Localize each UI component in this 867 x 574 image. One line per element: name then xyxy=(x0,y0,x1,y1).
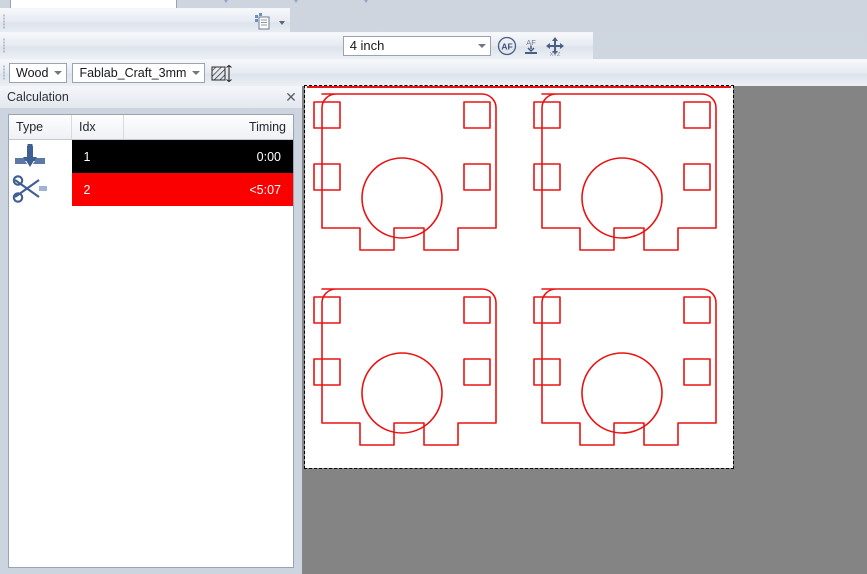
close-icon[interactable]: ✕ xyxy=(280,89,302,106)
move-xyz-icon[interactable]: XYZ xyxy=(544,35,566,58)
column-header-timing[interactable]: Timing xyxy=(123,115,293,140)
position-dropdown-icon[interactable] xyxy=(275,11,289,33)
svg-text:AF: AF xyxy=(501,41,512,51)
column-header-type[interactable]: Type xyxy=(9,115,72,140)
engrave-arrow-icon xyxy=(9,140,72,173)
chevron-down-icon xyxy=(54,70,63,75)
autofocus-down-icon[interactable]: AF xyxy=(520,35,542,57)
calculation-list[interactable]: Type Idx Timing 1 0:00 2 <5:07 xyxy=(8,114,294,568)
part-top-right xyxy=(533,93,717,251)
row-index: 2 xyxy=(71,173,124,206)
table-header-row: Type Idx Timing xyxy=(9,115,293,140)
table-row[interactable]: 2 <5:07 xyxy=(9,173,293,206)
part-bottom-right xyxy=(533,288,717,446)
part-bottom-left xyxy=(313,288,497,446)
lens-select-value: 4 inch xyxy=(349,38,385,53)
design-canvas[interactable] xyxy=(302,85,867,574)
spinner-arrow-icon-1[interactable] xyxy=(222,0,231,4)
toolbar-area: X: 17.63 mm Y: 4.81 mm xyxy=(0,0,867,88)
vector-artwork xyxy=(313,93,717,446)
sheet-top-edge xyxy=(307,86,731,88)
toolbar-row-position: X: 17.63 mm Y: 4.81 mm xyxy=(0,8,290,37)
toolbar-row-material: Wood Fablab_Craft_3mm 3.00 xyxy=(0,59,867,88)
column-header-idx[interactable]: Idx xyxy=(71,115,124,140)
calculation-panel: Calculation ✕ Type Idx Timing 1 0:00 2 <… xyxy=(0,86,303,574)
profile-select-value: Fablab_Craft_3mm xyxy=(79,65,187,80)
application-window: X: 17.63 mm Y: 4.81 mm xyxy=(0,0,867,574)
calculation-table: Type Idx Timing 1 0:00 2 <5:07 xyxy=(9,115,293,206)
table-row[interactable]: 1 0:00 xyxy=(9,139,293,173)
toolbar-grip-material[interactable] xyxy=(0,59,9,86)
svg-text:XYZ: XYZ xyxy=(549,52,560,57)
autofocus-button[interactable]: AF xyxy=(496,35,518,57)
row-type-cell xyxy=(9,139,72,173)
material-select[interactable]: Wood xyxy=(9,62,68,83)
lens-select[interactable]: 4 inch xyxy=(342,35,491,56)
duplicate-object-icon[interactable] xyxy=(251,11,273,33)
profile-select[interactable]: Fablab_Craft_3mm xyxy=(72,62,206,83)
material-select-value: Wood xyxy=(16,65,49,80)
row-type-cell xyxy=(9,173,72,206)
chevron-down-icon xyxy=(477,43,486,48)
spinner-arrow-icon-3[interactable] xyxy=(362,0,371,4)
toolbar-grip-position[interactable] xyxy=(0,8,9,35)
calculation-panel-header: Calculation ✕ xyxy=(0,86,302,109)
toolbar-row-offset: X: 2.00 mm Y: 2.00 mm Z: 0.00 mm 4 inch … xyxy=(0,32,593,61)
calculation-panel-title: Calculation xyxy=(7,90,69,104)
part-top-left xyxy=(313,93,497,251)
spinner-arrow-icon-2[interactable] xyxy=(292,0,301,4)
scissors-cut-icon xyxy=(9,173,72,206)
calculation-panel-body: Type Idx Timing 1 0:00 2 <5:07 xyxy=(0,108,302,574)
chevron-down-icon xyxy=(192,70,201,75)
row-timing: 0:00 xyxy=(123,139,293,173)
material-thickness-icon xyxy=(209,62,235,84)
row-index: 1 xyxy=(71,139,124,173)
toolbar-grip-offset[interactable] xyxy=(0,32,9,59)
row-timing: <5:07 xyxy=(123,173,293,206)
